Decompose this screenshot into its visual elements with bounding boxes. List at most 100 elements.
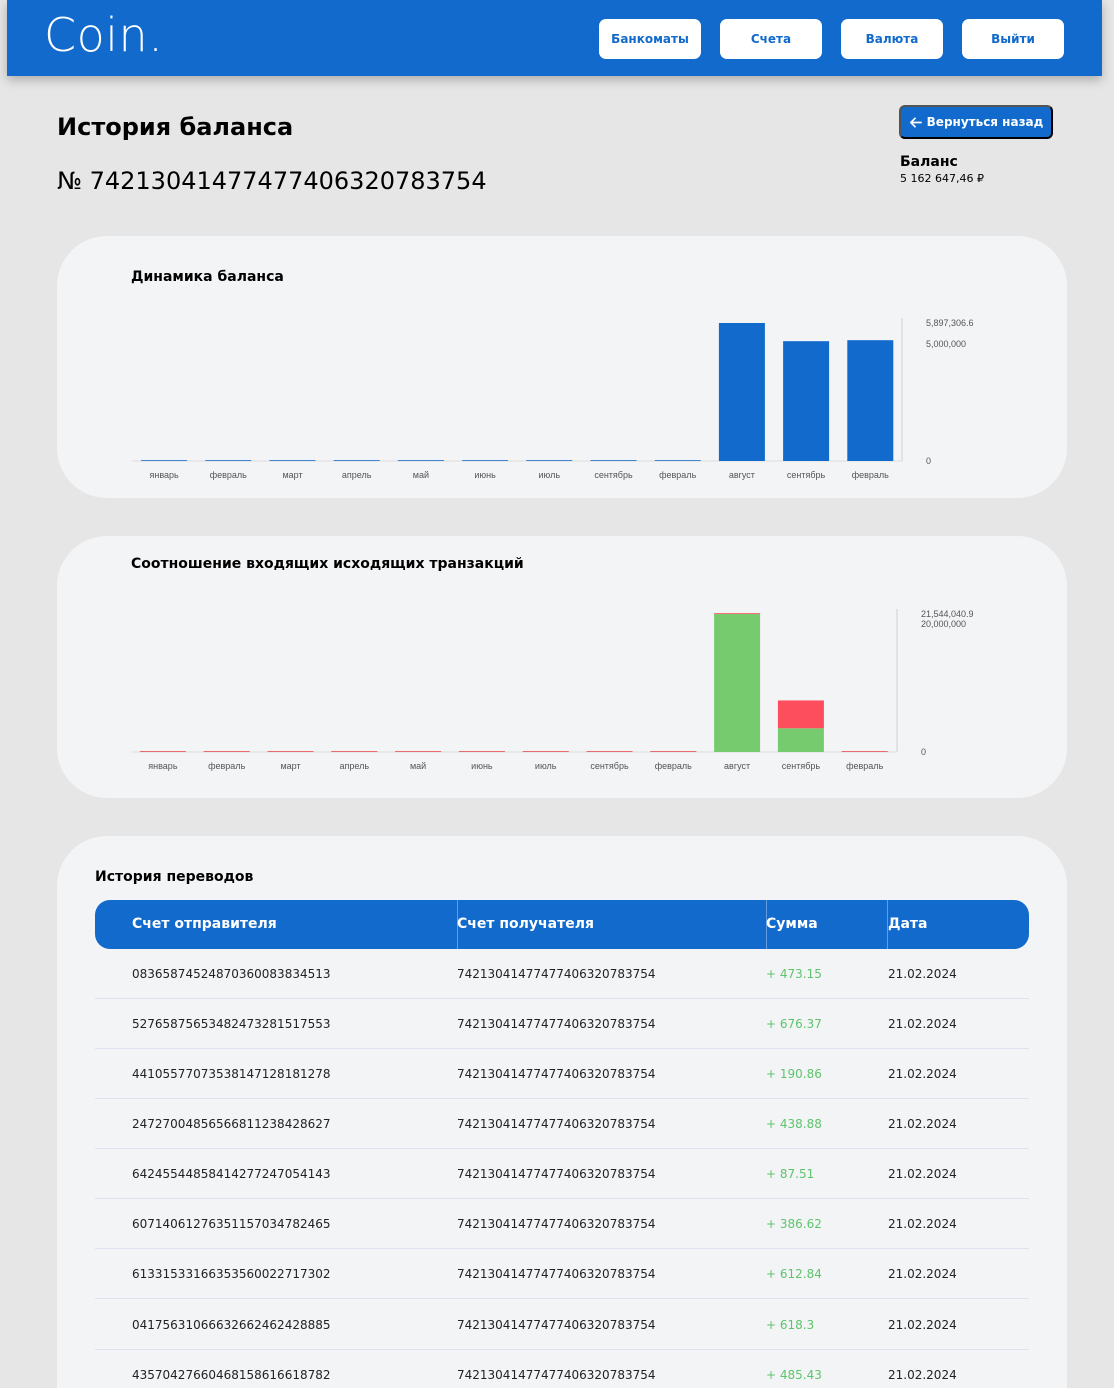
- outcome-bar: [331, 751, 378, 752]
- outcome-bar: [777, 700, 824, 729]
- balance-bar: [847, 340, 894, 461]
- date-cell: 21.02.2024: [888, 967, 957, 981]
- outcome-bar: [714, 613, 761, 614]
- x-tick-label: январь: [149, 470, 179, 480]
- balance-bar: [783, 341, 830, 461]
- table-row[interactable]: 52765875653482473281517553 74213041477477…: [95, 999, 1029, 1049]
- date-cell: 21.02.2024: [888, 1117, 957, 1131]
- table-row[interactable]: 24727004856566811238428627 74213041477477…: [95, 1099, 1029, 1149]
- x-tick-label: сентябрь: [782, 761, 821, 771]
- x-tick-label: февраль: [655, 761, 692, 771]
- recipient-account-cell: 74213041477477406320783754: [457, 1217, 656, 1231]
- x-tick-label: сентябрь: [787, 470, 826, 480]
- x-tick-label: февраль: [846, 761, 883, 771]
- sender-account-cell: 43570427660468158616618782: [132, 1368, 331, 1382]
- balance-dynamics-card[interactable]: Динамика баланса январь февраль март апрель…: [57, 236, 1067, 498]
- balance-bar: [654, 460, 701, 461]
- balance-bar: [718, 323, 765, 461]
- table-row[interactable]: 08365874524870360083834513 74213041477477…: [95, 949, 1029, 999]
- recipient-account-cell: 74213041477477406320783754: [457, 1368, 656, 1382]
- table-row[interactable]: 43570427660468158616618782 74213041477477…: [95, 1350, 1029, 1388]
- y-tick-label: 20,000,000: [921, 619, 966, 629]
- nav-button-logout[interactable]: Выйти: [962, 19, 1064, 59]
- amount-cell: + 190.86: [766, 1067, 822, 1081]
- y-tick-label: 0: [926, 456, 931, 466]
- arrow-left-icon: [909, 116, 922, 128]
- recipient-account-cell: 74213041477477406320783754: [457, 1117, 656, 1131]
- recipient-account-cell: 74213041477477406320783754: [457, 1067, 656, 1081]
- income-bar: [777, 728, 824, 752]
- date-cell: 21.02.2024: [888, 1318, 957, 1332]
- outcome-bar: [841, 751, 888, 752]
- x-tick-label: июль: [535, 761, 557, 771]
- recipient-account-cell: 74213041477477406320783754: [457, 1167, 656, 1181]
- x-tick-label: август: [724, 761, 750, 771]
- table-row[interactable]: 04175631066632662462428885 74213041477477…: [95, 1300, 1029, 1350]
- balance-bar: [590, 460, 637, 461]
- balance-value: 5 162 647,46 ₽: [900, 172, 984, 185]
- amount-cell: + 612.84: [766, 1267, 822, 1281]
- recipient-account-cell: 74213041477477406320783754: [457, 1017, 656, 1031]
- column-header-recipient: Счет получателя: [457, 916, 594, 932]
- nav-button-atms[interactable]: Банкоматы: [599, 19, 701, 59]
- date-cell: 21.02.2024: [888, 1217, 957, 1231]
- balance-bar: [462, 460, 509, 461]
- top-header: Coin. Банкоматы Счета Валюта Выйти: [7, 0, 1102, 76]
- x-tick-label: февраль: [210, 470, 247, 480]
- app-logo[interactable]: Coin.: [44, 8, 163, 62]
- balance-bar: [269, 460, 316, 461]
- x-tick-label: сентябрь: [594, 470, 633, 480]
- table-row[interactable]: 64245544858414277247054143 74213041477477…: [95, 1149, 1029, 1199]
- nav-button-accounts[interactable]: Счета: [720, 19, 822, 59]
- table-row[interactable]: 44105577073538147128181278 74213041477477…: [95, 1049, 1029, 1099]
- date-cell: 21.02.2024: [888, 1017, 957, 1031]
- account-number: № 74213041477477406320783754: [57, 167, 487, 195]
- back-button[interactable]: Вернуться назад: [899, 105, 1053, 139]
- income-bar: [714, 614, 761, 752]
- sender-account-cell: 08365874524870360083834513: [132, 967, 331, 981]
- date-cell: 21.02.2024: [888, 1167, 957, 1181]
- x-tick-label: май: [413, 470, 429, 480]
- table-row[interactable]: 60714061276351157034782465 74213041477477…: [95, 1199, 1029, 1249]
- sender-account-cell: 61331533166353560022717302: [132, 1267, 331, 1281]
- x-tick-label: март: [280, 761, 300, 771]
- sender-account-cell: 60714061276351157034782465: [132, 1217, 331, 1231]
- date-cell: 21.02.2024: [888, 1267, 957, 1281]
- outcome-bar: [522, 751, 569, 752]
- x-tick-label: июнь: [474, 470, 496, 480]
- outcome-bar: [139, 751, 186, 752]
- recipient-account-cell: 74213041477477406320783754: [457, 1267, 656, 1281]
- y-tick-label: 21,544,040.9: [921, 609, 974, 619]
- amount-cell: + 386.62: [766, 1217, 822, 1231]
- y-tick-label: 5,897,306.6: [926, 318, 974, 328]
- sender-account-cell: 24727004856566811238428627: [132, 1117, 331, 1131]
- x-tick-label: август: [729, 470, 755, 480]
- x-tick-label: январь: [148, 761, 178, 771]
- balance-label: Баланс: [900, 154, 958, 170]
- x-tick-label: май: [410, 761, 426, 771]
- table-header: Счет отправителя Счет получателя Сумма Д…: [95, 900, 1029, 949]
- balance-dynamics-chart: январь февраль март апрель май июнь июль сентяб…: [132, 318, 974, 480]
- outcome-bar: [586, 751, 633, 752]
- sender-account-cell: 44105577073538147128181278: [132, 1067, 331, 1081]
- transactions-ratio-chart: январь февраль март апрель май июнь июль сентяб…: [131, 609, 974, 771]
- x-tick-label: сентябрь: [590, 761, 629, 771]
- transactions-ratio-card[interactable]: Соотношение входящих исходящих транзакци…: [57, 536, 1067, 798]
- outcome-bar: [458, 751, 505, 752]
- page-title: История баланса: [57, 113, 294, 141]
- balance-bar: [333, 460, 380, 461]
- x-tick-label: июнь: [471, 761, 493, 771]
- amount-cell: + 473.15: [766, 967, 822, 981]
- balance-bar: [397, 460, 444, 461]
- y-tick-label: 0: [921, 747, 926, 757]
- balance-bar: [141, 460, 188, 461]
- sender-account-cell: 04175631066632662462428885: [132, 1318, 331, 1332]
- sender-account-cell: 52765875653482473281517553: [132, 1017, 331, 1031]
- table-row[interactable]: 61331533166353560022717302 74213041477477…: [95, 1249, 1029, 1299]
- amount-cell: + 676.37: [766, 1017, 822, 1031]
- outcome-bar: [395, 751, 442, 752]
- nav-button-currency[interactable]: Валюта: [841, 19, 943, 59]
- outcome-bar: [650, 751, 697, 752]
- column-header-date: Дата: [888, 916, 928, 932]
- x-tick-label: февраль: [659, 470, 696, 480]
